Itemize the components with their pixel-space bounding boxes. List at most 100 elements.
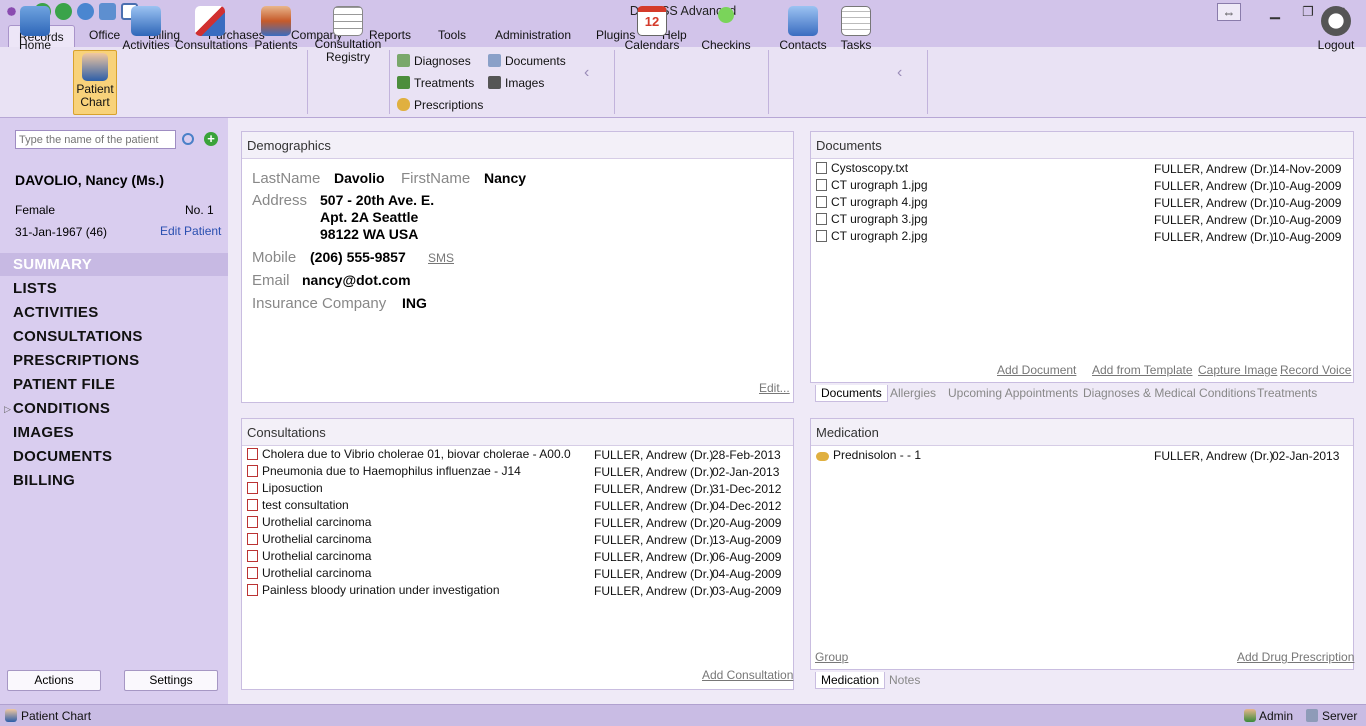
tasks-icon	[841, 6, 871, 36]
nav-documents[interactable]: DOCUMENTS	[0, 445, 228, 468]
document-row[interactable]: CT urograph 4.jpg	[816, 195, 928, 212]
capture-image-link[interactable]: Capture Image	[1198, 363, 1277, 377]
consultation-icon	[247, 567, 258, 579]
consultation-date: 02-Jan-2013	[712, 465, 780, 479]
images-button[interactable]: Images	[488, 76, 544, 94]
tab-medication[interactable]: Medication	[815, 672, 886, 689]
nav-activities[interactable]: ACTIVITIES	[0, 301, 228, 324]
add-consultation-link[interactable]: Add Consultation	[702, 668, 793, 682]
consultation-row[interactable]: Pneumonia due to Haemophilus influenzae …	[247, 464, 521, 481]
add-drug-prescription-link[interactable]: Add Drug Prescription	[1237, 650, 1354, 664]
ribbon-separator	[927, 50, 928, 114]
consultation-row[interactable]: Painless bloody urination under investig…	[247, 583, 500, 600]
documents-title: Documents	[811, 132, 1353, 159]
consultation-row[interactable]: Urothelial carcinoma	[247, 566, 371, 583]
add-patient-icon[interactable]: +	[204, 132, 218, 146]
nav-prescriptions[interactable]: PRESCRIPTIONS	[0, 349, 228, 372]
edit-patient-link[interactable]: Edit Patient	[160, 224, 221, 238]
nav-patient-file[interactable]: PATIENT FILE	[0, 373, 228, 396]
consultation-doctor: FULLER, Andrew (Dr.)	[594, 584, 714, 598]
consultation-date: 28-Feb-2013	[712, 448, 781, 462]
documents-button[interactable]: Documents	[488, 54, 566, 72]
collapse-group-icon[interactable]: ‹	[897, 64, 902, 82]
consultation-date: 13-Aug-2009	[712, 533, 782, 547]
document-doctor: FULLER, Andrew (Dr.)	[1154, 162, 1274, 176]
prescriptions-button[interactable]: Prescriptions	[397, 98, 483, 116]
tab-diagnoses-conditions[interactable]: Diagnoses & Medical Conditions	[1083, 386, 1256, 400]
collapse-group-icon[interactable]: ‹	[584, 64, 589, 82]
sms-link[interactable]: SMS	[428, 251, 454, 265]
document-row[interactable]: Cystoscopy.txt	[816, 161, 908, 178]
add-from-template-link[interactable]: Add from Template	[1092, 363, 1193, 377]
consultation-row[interactable]: test consultation	[247, 498, 349, 515]
document-row[interactable]: CT urograph 1.jpg	[816, 178, 928, 195]
consultation-doctor: FULLER, Andrew (Dr.)	[594, 550, 714, 564]
nav-conditions[interactable]: CONDITIONS	[0, 397, 228, 420]
tab-notes[interactable]: Notes	[889, 673, 920, 687]
documents-icon	[488, 54, 501, 67]
nav-images[interactable]: IMAGES	[0, 421, 228, 444]
logout-button[interactable]: Logout	[1313, 3, 1359, 67]
lastname-value: Davolio	[334, 170, 385, 186]
restore-arrows-icon[interactable]: ⇔	[1217, 3, 1241, 21]
consultation-row[interactable]: Urothelial carcinoma	[247, 532, 371, 549]
add-document-link[interactable]: Add Document	[997, 363, 1076, 377]
treatments-button[interactable]: Treatments	[397, 76, 474, 94]
consultation-date: 06-Aug-2009	[712, 550, 782, 564]
patients-button[interactable]: Patients	[253, 3, 299, 67]
contacts-button[interactable]: Contacts	[778, 3, 828, 67]
document-row[interactable]: CT urograph 2.jpg	[816, 229, 928, 246]
menu-tools[interactable]: Tools	[438, 28, 466, 42]
document-row[interactable]: CT urograph 3.jpg	[816, 212, 928, 229]
status-server[interactable]: Server	[1322, 709, 1357, 723]
nav-billing[interactable]: BILLING	[0, 469, 228, 492]
home-button[interactable]: Home	[12, 3, 58, 67]
diagnoses-button[interactable]: Diagnoses	[397, 54, 471, 72]
pill-icon	[397, 98, 410, 111]
medication-row[interactable]: Prednisolon - - 1	[816, 448, 921, 465]
calendars-button[interactable]: 12 Calendars	[624, 3, 680, 67]
consultations-button[interactable]: Consultations	[175, 3, 248, 67]
tasks-button[interactable]: Tasks	[836, 3, 876, 67]
ribbon-separator	[389, 50, 390, 114]
medication-date: 02-Jan-2013	[1272, 449, 1340, 463]
tab-upcoming-appointments[interactable]: Upcoming Appointments	[948, 386, 1078, 400]
document-doctor: FULLER, Andrew (Dr.)	[1154, 213, 1274, 227]
menu-administration[interactable]: Administration	[495, 28, 571, 42]
status-bar: Patient Chart Admin Server	[0, 704, 1366, 726]
checkins-button[interactable]: Checkins	[698, 3, 754, 67]
ribbon-separator	[307, 50, 308, 114]
nav-summary[interactable]: SUMMARY	[0, 253, 228, 276]
patient-chart-button[interactable]: Patient Chart	[73, 50, 117, 115]
menu-office[interactable]: Office	[89, 28, 120, 42]
nav-lists[interactable]: LISTS	[0, 277, 228, 300]
status-admin[interactable]: Admin	[1259, 709, 1293, 723]
file-icon	[816, 162, 827, 174]
document-doctor: FULLER, Andrew (Dr.)	[1154, 196, 1274, 210]
tab-documents[interactable]: Documents	[815, 385, 888, 402]
consultation-row[interactable]: Urothelial carcinoma	[247, 549, 371, 566]
consultation-row[interactable]: Cholera due to Vibrio cholerae 01, biova…	[247, 447, 571, 464]
consultation-registry-button[interactable]: Consultation Registry	[313, 3, 383, 67]
consultation-row[interactable]: Liposuction	[247, 481, 323, 498]
consultation-doctor: FULLER, Andrew (Dr.)	[594, 567, 714, 581]
tab-treatments[interactable]: Treatments	[1257, 386, 1317, 400]
calendar-icon: 12	[637, 6, 667, 36]
address-line-2: Apt. 2A Seattle	[320, 209, 419, 225]
group-link[interactable]: Group	[815, 650, 848, 664]
patient-search-input[interactable]	[15, 130, 176, 149]
consultation-icon	[247, 533, 258, 545]
search-icon[interactable]	[182, 133, 194, 145]
minimize-button[interactable]: ▁	[1263, 3, 1287, 21]
nav-consultations[interactable]: CONSULTATIONS	[0, 325, 228, 348]
settings-button[interactable]: Settings	[124, 670, 218, 691]
consultation-date: 03-Aug-2009	[712, 584, 782, 598]
email-label: Email	[252, 272, 290, 289]
address-line-3: 98122 WA USA	[320, 226, 419, 242]
actions-button[interactable]: Actions	[7, 670, 101, 691]
activities-button[interactable]: Activities	[121, 3, 171, 67]
record-voice-link[interactable]: Record Voice	[1280, 363, 1351, 377]
edit-demographics-link[interactable]: Edit...	[759, 381, 790, 395]
tab-allergies[interactable]: Allergies	[890, 386, 936, 400]
consultation-row[interactable]: Urothelial carcinoma	[247, 515, 371, 532]
